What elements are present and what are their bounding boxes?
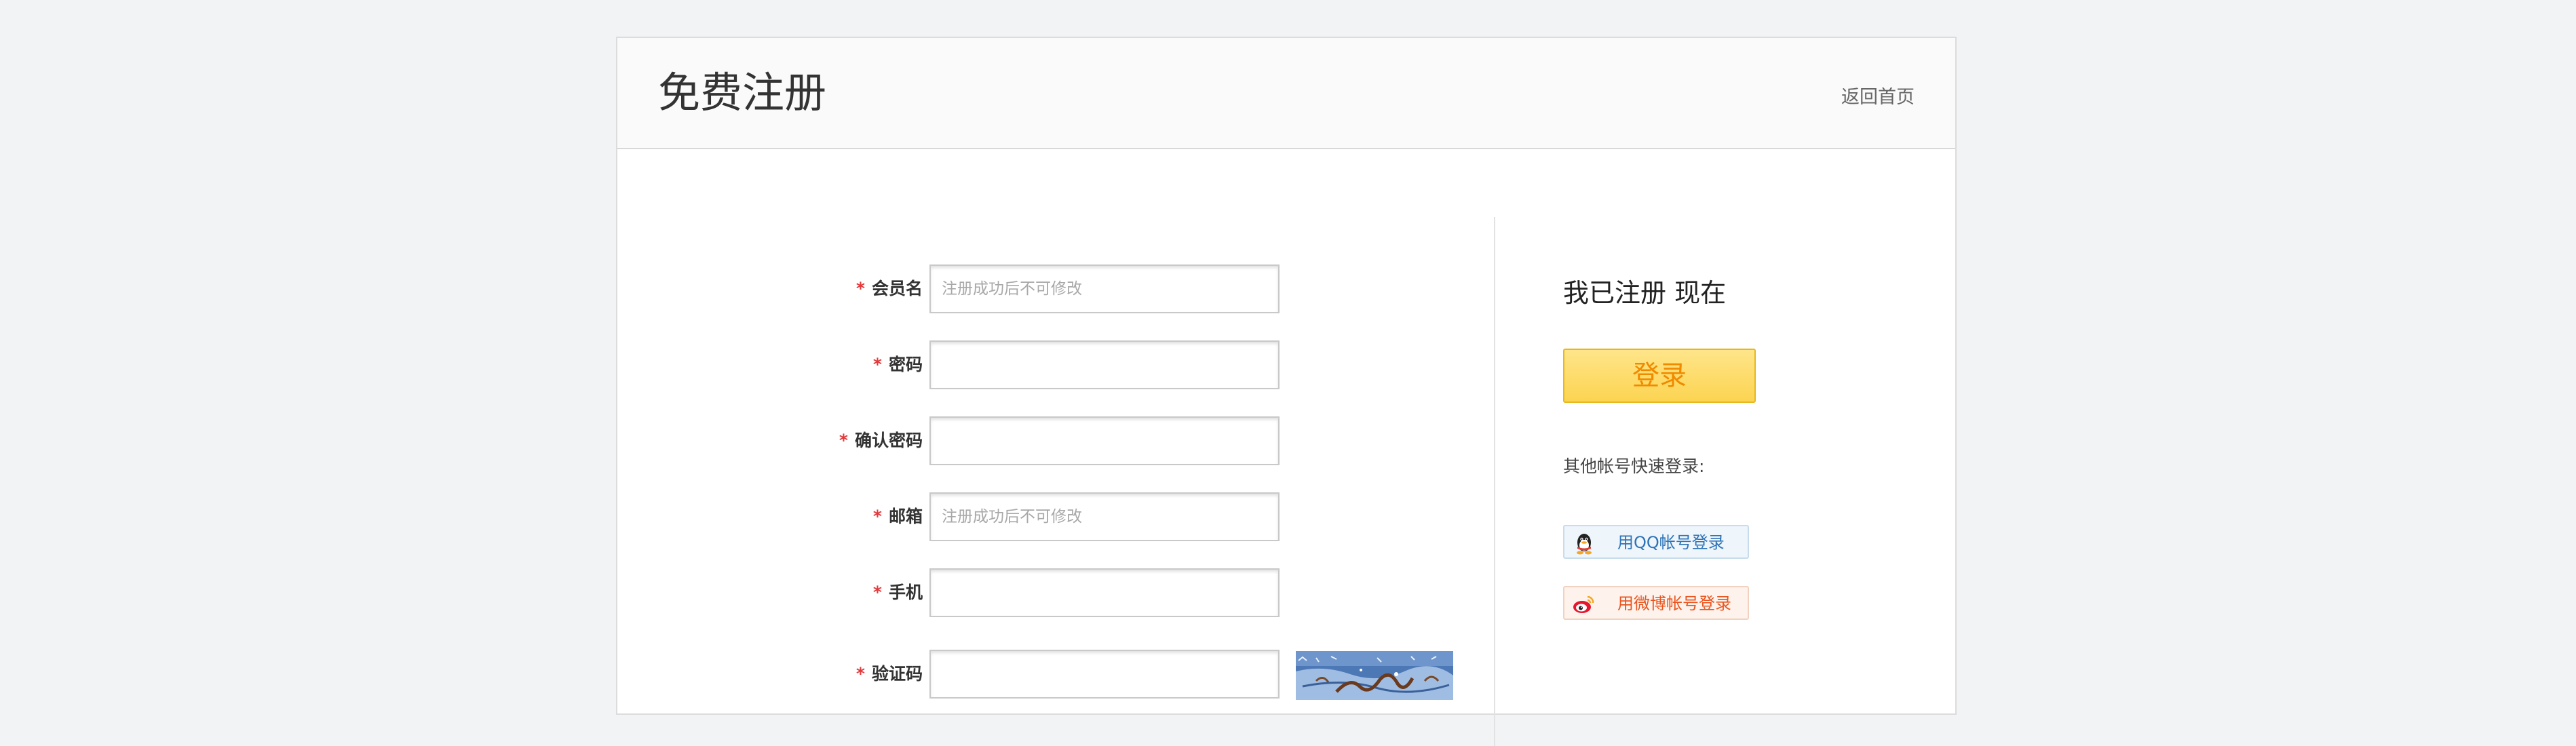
email-label: * 邮箱 [873, 503, 923, 530]
form-row-password: * 密码 [617, 340, 1493, 391]
password-label: * 密码 [873, 351, 923, 378]
captcha-graphic [1296, 651, 1453, 700]
vertical-divider [1494, 217, 1495, 746]
qq-login-label: 用QQ帐号登录 [1617, 533, 1725, 552]
weibo-eye-icon [1573, 595, 1594, 613]
username-label: * 会员名 [856, 275, 923, 302]
form-row-email: * 邮箱 [617, 492, 1493, 543]
confirm-password-input[interactable] [929, 416, 1280, 465]
required-mark: * [872, 583, 882, 602]
qq-penguin-icon [1577, 534, 1592, 555]
register-card: 免费注册 返回首页 * 会员名 * 密码 * 确认密码 * 邮箱 [616, 37, 1957, 746]
phone-label-text: 手机 [888, 583, 923, 602]
captcha-label: * 验证码 [856, 661, 923, 688]
form-row-username: * 会员名 [617, 264, 1493, 315]
form-row-confirm-password: * 确认密码 [617, 416, 1493, 467]
qq-login-button[interactable]: 用QQ帐号登录 [1563, 525, 1749, 559]
phone-input[interactable] [929, 568, 1280, 617]
quick-login-label: 其他帐号快速登录: [1563, 456, 1705, 476]
card-header: 免费注册 返回首页 [617, 38, 1955, 149]
required-mark: * [872, 507, 882, 526]
form-row-captcha: * 验证码 [617, 650, 1493, 700]
email-label-text: 邮箱 [888, 507, 923, 526]
password-input[interactable] [929, 340, 1280, 389]
password-label-text: 密码 [888, 355, 923, 374]
page-title: 免费注册 [658, 68, 827, 117]
required-mark: * [856, 664, 865, 684]
back-home-link[interactable]: 返回首页 [1841, 84, 1915, 111]
captcha-input[interactable] [929, 650, 1280, 699]
register-form: * 会员名 * 密码 * 确认密码 * 邮箱 * 手机 [617, 148, 1493, 718]
required-mark: * [856, 279, 865, 298]
required-mark: * [839, 431, 848, 450]
already-registered-title: 我已注册 现在 [1563, 278, 1727, 308]
username-input[interactable] [929, 264, 1280, 313]
login-button[interactable]: 登录 [1563, 349, 1756, 403]
captcha-image[interactable] [1296, 651, 1453, 700]
form-row-phone: * 手机 [617, 568, 1493, 619]
required-mark: * [872, 355, 882, 374]
confirm-password-label: * 确认密码 [839, 427, 923, 454]
username-label-text: 会员名 [871, 279, 923, 298]
phone-label: * 手机 [873, 579, 923, 606]
weibo-login-label: 用微博帐号登录 [1617, 594, 1731, 613]
weibo-login-button[interactable]: 用微博帐号登录 [1563, 586, 1749, 620]
captcha-label-text: 验证码 [871, 664, 923, 684]
confirm-password-label-text: 确认密码 [854, 431, 923, 450]
email-input[interactable] [929, 492, 1280, 541]
